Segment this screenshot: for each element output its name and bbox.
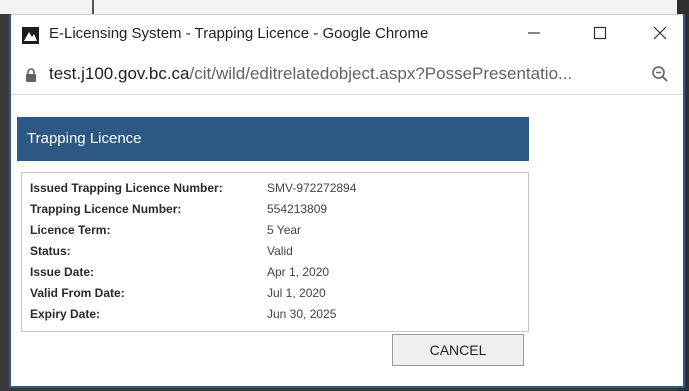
field-label: Trapping Licence Number: xyxy=(30,202,182,216)
close-button[interactable] xyxy=(637,15,683,55)
background-divider xyxy=(92,0,94,14)
field-label: Expiry Date: xyxy=(30,307,101,321)
url-host: test.j100.gov.bc.ca xyxy=(49,64,190,83)
url-text[interactable]: test.j100.gov.bc.ca/cit/wild/editrelated… xyxy=(49,64,572,84)
field-label: Issued Trapping Licence Number: xyxy=(30,181,223,195)
panel-header: Trapping Licence xyxy=(17,117,529,161)
title-bar[interactable]: E-Licensing System - Trapping Licence - … xyxy=(11,14,683,55)
field-label: Valid From Date: xyxy=(30,286,125,300)
field-value: Valid xyxy=(267,244,293,258)
field-value: Apr 1, 2020 xyxy=(267,265,330,279)
field-label: Licence Term: xyxy=(30,223,111,237)
field-value: SMV-972272894 xyxy=(267,181,357,195)
panel-title: Trapping Licence xyxy=(27,130,142,147)
maximize-icon xyxy=(593,26,607,45)
field-value: 554213809 xyxy=(267,202,328,216)
app-logo-icon xyxy=(22,27,39,44)
address-bar[interactable]: test.j100.gov.bc.ca/cit/wild/editrelated… xyxy=(11,54,683,95)
field-value: Jun 30, 2025 xyxy=(267,307,337,321)
maximize-button[interactable] xyxy=(577,15,623,55)
popup-window: E-Licensing System - Trapping Licence - … xyxy=(9,14,685,388)
window-title: E-Licensing System - Trapping Licence - … xyxy=(49,25,429,42)
field-label: Status: xyxy=(30,244,71,258)
minimize-icon xyxy=(527,26,541,45)
close-icon xyxy=(653,26,667,45)
field-value: Jul 1, 2020 xyxy=(267,286,326,300)
field-value: 5 Year xyxy=(267,223,302,237)
url-path: /cit/wild/editrelatedobject.aspx?PossePr… xyxy=(189,64,573,83)
lock-icon[interactable] xyxy=(25,68,37,87)
cancel-button[interactable]: CANCEL xyxy=(392,334,524,366)
background-window-strip xyxy=(0,0,689,14)
field-label: Issue Date: xyxy=(30,265,95,279)
zoom-out-icon[interactable] xyxy=(651,65,669,88)
licence-details: Issued Trapping Licence Number: SMV-9722… xyxy=(21,172,529,332)
minimize-button[interactable] xyxy=(511,15,557,55)
